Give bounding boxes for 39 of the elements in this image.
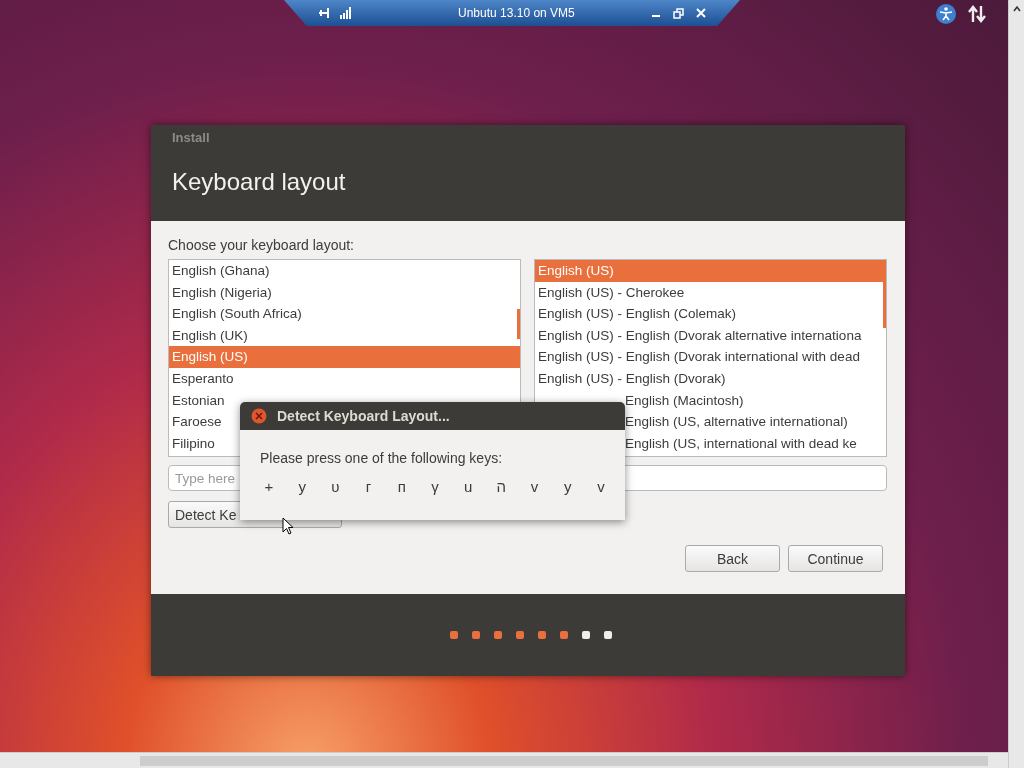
close-icon[interactable] bbox=[696, 8, 706, 18]
dialog-message: Please press one of the following keys: bbox=[260, 450, 504, 466]
restore-icon[interactable] bbox=[673, 7, 684, 19]
scrollbar-thumb[interactable] bbox=[517, 309, 520, 339]
accessibility-icon[interactable] bbox=[936, 4, 956, 24]
list-item[interactable]: English (Macintosh) bbox=[535, 389, 886, 412]
wizard-button[interactable]: Back bbox=[685, 545, 780, 572]
key-character: + bbox=[263, 478, 275, 495]
list-item[interactable]: Esperanto bbox=[169, 367, 520, 390]
list-item[interactable]: English (US) - English (Dvorak international with dead bbox=[535, 346, 886, 368]
list-item[interactable]: English (UK) bbox=[169, 324, 520, 347]
key-character: γ bbox=[430, 478, 440, 495]
key-character: п bbox=[396, 478, 407, 495]
key-character: у bbox=[562, 478, 573, 495]
key-character: u bbox=[462, 478, 474, 495]
network-arrows-icon[interactable] bbox=[968, 5, 986, 23]
vm-title: Unbutu 13.10 on VM5 bbox=[458, 6, 576, 20]
list-item[interactable]: English (Nigeria) bbox=[169, 281, 520, 304]
key-character: υ bbox=[330, 478, 341, 495]
list-item[interactable]: English (US) - English (Colemak) bbox=[535, 303, 886, 325]
pin-icon[interactable] bbox=[318, 7, 332, 19]
list-item[interactable]: English (US) - English (Dvorak) bbox=[535, 367, 886, 390]
list-item[interactable]: English (South Africa) bbox=[169, 303, 520, 325]
header-label: Install bbox=[172, 130, 211, 145]
wizard-button[interactable]: Continue bbox=[788, 545, 883, 572]
key-character: ה bbox=[495, 478, 508, 495]
cursor-icon bbox=[282, 517, 294, 535]
list-item[interactable]: English (US) - English (Dvorak alternative internationa bbox=[535, 324, 886, 347]
key-character: y bbox=[297, 478, 307, 495]
dialog-title: Detect Keyboard Layout... bbox=[277, 408, 450, 424]
key-character: v bbox=[529, 478, 540, 495]
signal-icon bbox=[340, 7, 352, 19]
list-item[interactable]: English (Ghana) bbox=[169, 260, 520, 282]
window-title: Keyboard layout bbox=[172, 168, 347, 196]
list-item[interactable]: English (US) - Cherokee bbox=[535, 281, 886, 304]
key-character: г bbox=[364, 478, 373, 495]
key-character: v bbox=[596, 478, 606, 495]
prompt-label: Choose your keyboard layout: bbox=[168, 237, 355, 253]
close-icon[interactable] bbox=[251, 408, 267, 424]
